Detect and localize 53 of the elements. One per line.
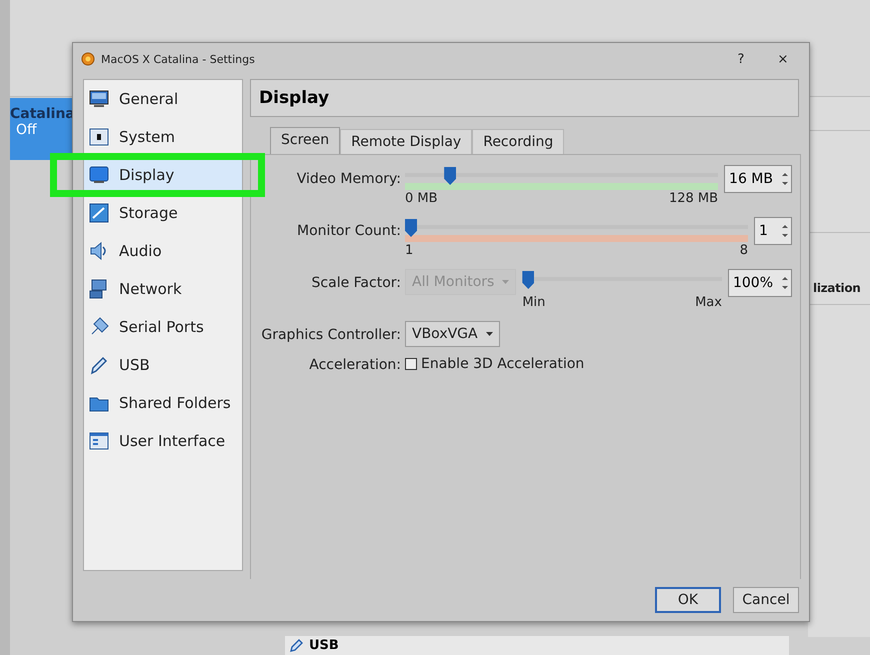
tab[interactable]: Screen (270, 127, 340, 154)
sidebar-item[interactable]: Serial Ports (84, 312, 242, 342)
field-label: Video Memory: (296, 170, 402, 187)
field-label: Scale Factor: (310, 274, 402, 291)
dropdown[interactable]: VBoxVGA (405, 321, 500, 347)
sidebar-item[interactable]: Audio (84, 236, 242, 266)
sidebar-item[interactable]: System (84, 122, 242, 152)
chip-icon (89, 127, 109, 147)
spin-box[interactable]: 100% (728, 269, 792, 297)
scale-label: 1 (405, 243, 414, 260)
monitor-icon (89, 165, 109, 185)
scale-label: 128 MB (668, 191, 718, 208)
tab[interactable]: Recording (472, 129, 564, 154)
slider-thumb[interactable] (522, 271, 534, 289)
field-label: Graphics Controller: (260, 326, 402, 343)
scale-label: 8 (740, 243, 748, 260)
pencil-icon (89, 355, 109, 375)
page-title: Display (250, 79, 799, 117)
sidebar-item[interactable]: General (84, 84, 242, 114)
scale-label: Min (522, 295, 546, 312)
monitor-icon (89, 89, 109, 109)
window-title: MacOS X Catalina - Settings (101, 52, 256, 66)
dialog-button[interactable]: Cancel (733, 587, 799, 613)
caret-icon (502, 280, 510, 284)
slider-track[interactable] (405, 165, 718, 191)
checkbox[interactable] (405, 358, 417, 370)
slider-thumb[interactable] (405, 219, 417, 237)
section-heading: USB (309, 638, 339, 653)
sidebar-item[interactable]: Display (84, 160, 242, 190)
sidebar-item[interactable]: Storage (84, 198, 242, 228)
slider-thumb[interactable] (444, 167, 456, 185)
network-icon (89, 279, 109, 299)
sidebar-item[interactable]: USB (84, 350, 242, 380)
help-button[interactable]: ? (723, 50, 759, 68)
window-icon (89, 431, 109, 451)
details-text: lization (813, 281, 861, 295)
speaker-icon (89, 241, 109, 261)
sidebar-item[interactable]: Shared Folders (84, 388, 242, 418)
sidebar-item[interactable]: User Interface (84, 426, 242, 456)
scale-label: 0 MB (405, 191, 438, 208)
scale-label: Max (695, 295, 722, 312)
checkbox-label[interactable]: Enable 3D Acceleration (421, 356, 584, 372)
spin-box[interactable]: 1 (754, 217, 792, 245)
dialog-button[interactable]: OK (655, 587, 721, 613)
sidebar-item[interactable]: Network (84, 274, 242, 304)
field-label: Monitor Count: (296, 222, 402, 239)
pencil-icon (289, 638, 303, 652)
close-button[interactable]: × (765, 50, 801, 68)
slider-track[interactable] (405, 217, 748, 243)
caret-icon (486, 332, 493, 336)
field-label: Acceleration: (308, 356, 402, 373)
spin-box[interactable]: 16 MB (724, 165, 792, 193)
tab[interactable]: Remote Display (340, 129, 472, 154)
